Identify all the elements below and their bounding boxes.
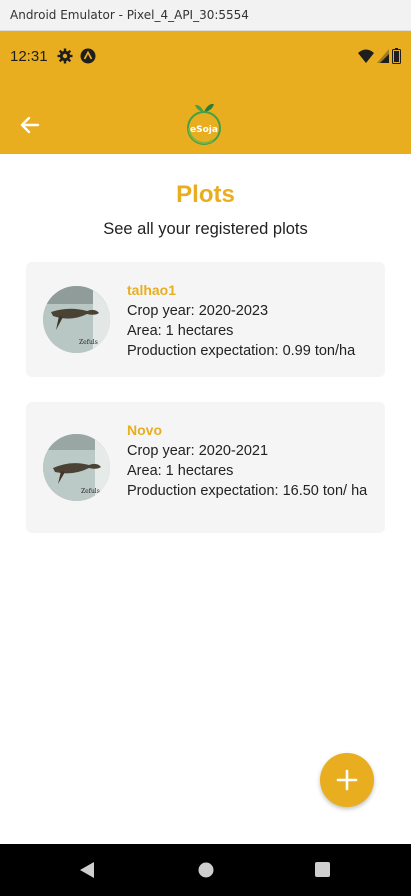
nav-recents-icon[interactable] bbox=[314, 861, 331, 878]
page-title: Plots bbox=[176, 181, 235, 208]
esoja-logo: eSoja bbox=[187, 103, 221, 145]
plot-crop-year: Crop year: 2020-2021 bbox=[127, 443, 269, 459]
plot-area: Area: 1 hectares bbox=[127, 323, 234, 339]
gear-icon bbox=[57, 48, 73, 64]
emulator-titlebar: Android Emulator - Pixel_4_API_30:5554 bbox=[0, 0, 411, 31]
emulator-title: Android Emulator - Pixel_4_API_30:5554 bbox=[10, 8, 249, 22]
plot-area: Area: 1 hectares bbox=[127, 463, 234, 479]
status-icons bbox=[358, 47, 401, 65]
signal-icon bbox=[377, 49, 389, 63]
nav-home-icon[interactable] bbox=[197, 861, 215, 879]
system-nav-bar bbox=[0, 844, 411, 896]
arrow-back-icon[interactable] bbox=[16, 111, 44, 139]
plot-photo: Zefuls bbox=[43, 286, 110, 353]
status-bar: 12:31 bbox=[0, 31, 411, 81]
app-bar: eSoja bbox=[0, 81, 411, 154]
page-subtitle: See all your registered plots bbox=[103, 220, 308, 238]
plot-card[interactable]: Zefuls talhao1 Crop year: 2020-2023 Area… bbox=[26, 262, 385, 377]
plot-name: Novo bbox=[127, 422, 162, 438]
plot-info: Novo Crop year: 2020-2021 Area: 1 hectar… bbox=[127, 422, 377, 501]
plot-crop-year: Crop year: 2020-2023 bbox=[127, 303, 269, 319]
add-plot-button[interactable] bbox=[320, 753, 374, 807]
logo-text: eSoja bbox=[190, 125, 218, 135]
plus-icon bbox=[336, 769, 358, 791]
nav-back-icon[interactable] bbox=[78, 861, 96, 879]
wifi-icon bbox=[358, 49, 374, 63]
plots-screen: Plots See all your registered plots Zefu… bbox=[0, 154, 411, 844]
plot-name: talhao1 bbox=[127, 282, 177, 298]
svg-text:Zefuls: Zefuls bbox=[81, 488, 100, 495]
plot-production: Production expectation: 0.99 ton/ha bbox=[127, 343, 356, 359]
plot-production: Production expectation: 16.50 ton/ ha bbox=[127, 483, 368, 499]
a-badge-icon bbox=[80, 48, 96, 64]
status-time: 12:31 bbox=[10, 48, 48, 65]
battery-icon bbox=[392, 48, 401, 64]
plot-card[interactable]: Zefuls Novo Crop year: 2020-2021 Area: 1… bbox=[26, 402, 385, 533]
svg-text:Zefuls: Zefuls bbox=[79, 339, 98, 346]
plot-photo: Zefuls bbox=[43, 434, 110, 501]
plot-info: talhao1 Crop year: 2020-2023 Area: 1 hec… bbox=[127, 282, 377, 361]
